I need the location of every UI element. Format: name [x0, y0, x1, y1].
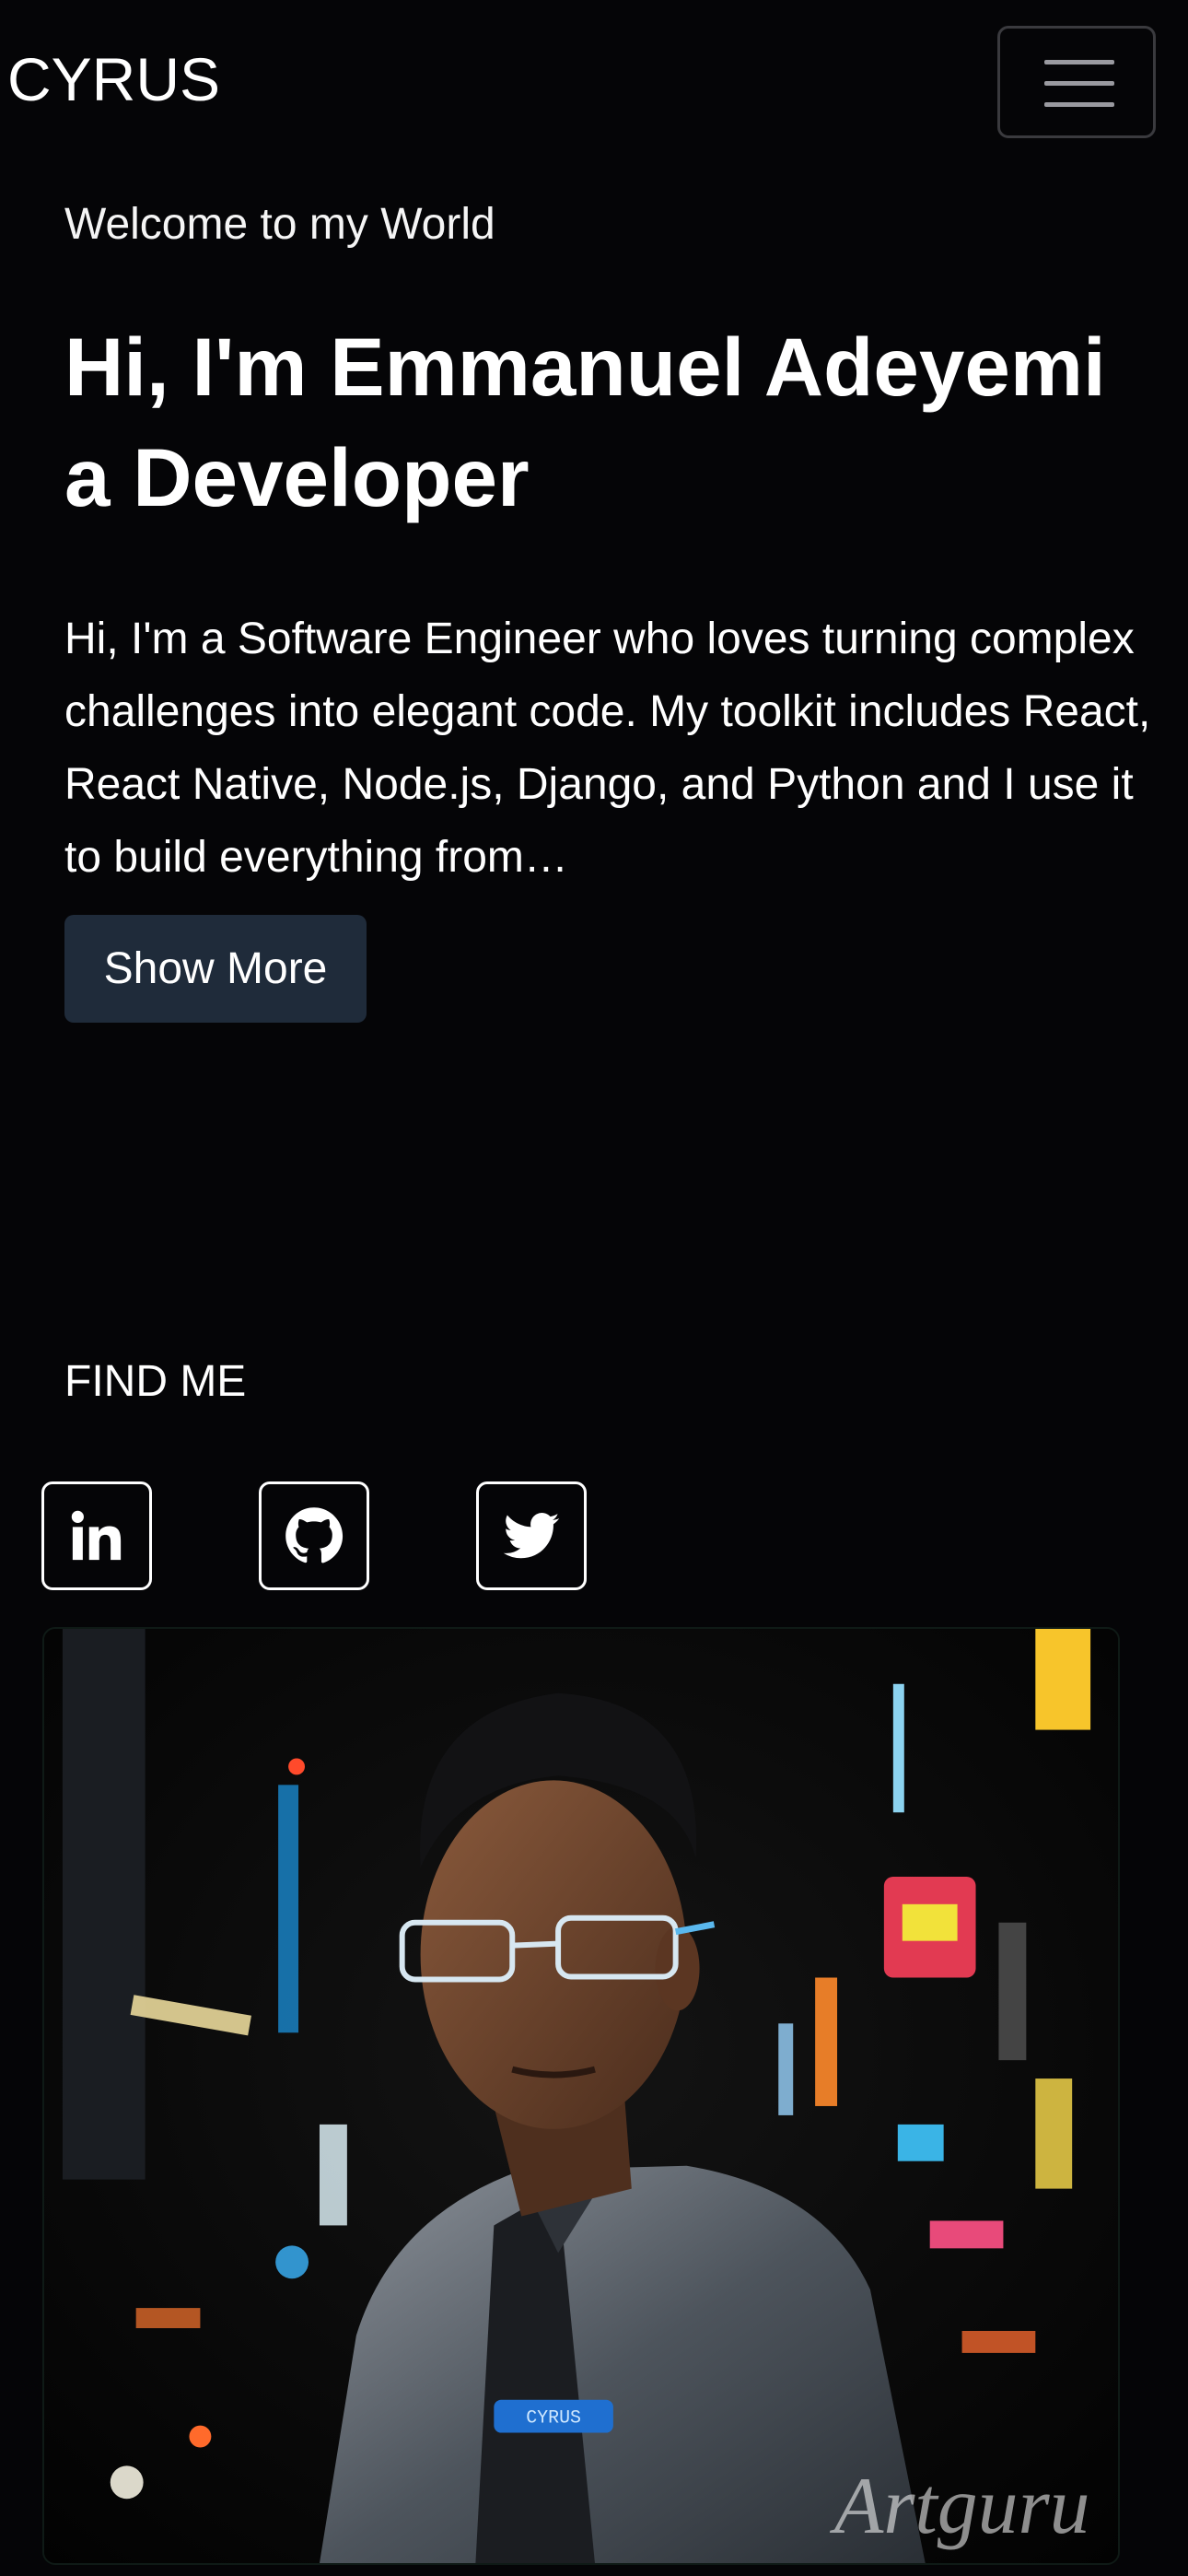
menu-toggle-button[interactable] [997, 26, 1156, 138]
hero-title: Hi, I'm Emmanuel Adeyemi a Developer [64, 321, 1106, 523]
profile-portrait: CYRUS Artguru [42, 1627, 1120, 2565]
jacket-badge-text: CYRUS [526, 2407, 581, 2429]
find-me-heading: FIND ME [64, 1357, 247, 1406]
linkedin-icon [71, 1510, 122, 1561]
github-icon [285, 1507, 344, 1563]
github-link[interactable] [259, 1481, 369, 1590]
artguru-watermark: Artguru [830, 2461, 1090, 2550]
welcome-text: Welcome to my World [64, 200, 495, 249]
portrait-illustration: CYRUS Artguru [44, 1629, 1118, 2563]
brand-logo[interactable]: CYRUS [7, 46, 220, 112]
twitter-link[interactable] [476, 1481, 587, 1590]
twitter-icon [503, 1513, 560, 1559]
bio-text: Hi, I'm a Software Engineer who loves tu… [64, 615, 1151, 882]
navbar: CYRUS [0, 0, 1188, 157]
show-more-button[interactable]: Show More [64, 915, 367, 1023]
linkedin-link[interactable] [41, 1481, 152, 1590]
